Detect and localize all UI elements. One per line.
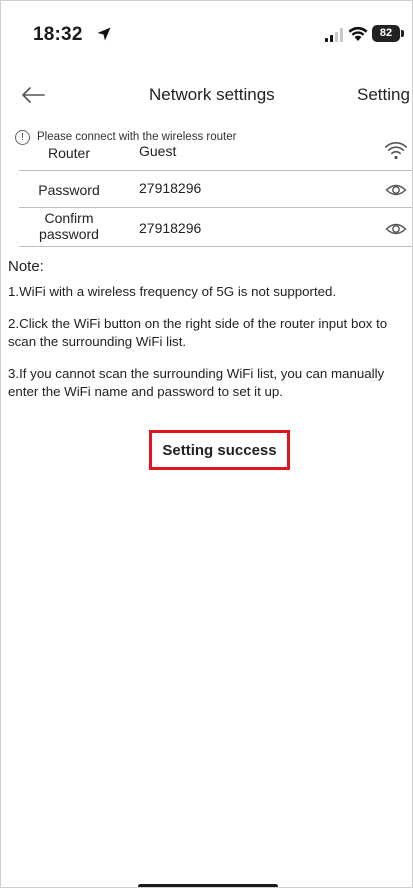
home-indicator[interactable] — [138, 884, 278, 887]
app-screen: 18:32 82 Network settings Setting ! Plea… — [0, 0, 413, 888]
note-item: 1.WiFi with a wireless frequency of 5G i… — [8, 284, 337, 299]
setting-button[interactable]: Setting — [357, 85, 410, 105]
status-time: 18:32 — [33, 24, 83, 45]
confirm-password-row: Confirm password — [19, 209, 412, 247]
page-title: Network settings — [149, 85, 275, 104]
note-item: 3.If you cannot scan the surrounding WiF… — [8, 366, 385, 399]
battery-level: 82 — [379, 27, 393, 39]
note-item: 2.Click the WiFi button on the right sid… — [8, 316, 388, 349]
battery-nub — [401, 30, 404, 37]
setting-success-toast: Setting success — [149, 430, 290, 470]
back-arrow-icon[interactable] — [19, 83, 47, 107]
eye-icon[interactable] — [385, 220, 407, 238]
confirm-label-line1: Confirm — [44, 210, 94, 226]
password-row: Password — [19, 173, 412, 208]
location-arrow-icon — [97, 27, 111, 41]
status-bar: 18:32 82 — [1, 1, 412, 55]
wifi-scan-icon[interactable] — [385, 142, 407, 160]
password-input[interactable] — [139, 180, 359, 196]
note-title: Note: — [8, 258, 44, 275]
confirm-label-line2: password — [39, 226, 99, 242]
confirm-password-input[interactable] — [139, 220, 359, 236]
wifi-icon — [348, 26, 368, 41]
battery-icon: 82 — [372, 25, 400, 42]
router-row: Router — [19, 136, 412, 171]
setting-success-text: Setting success — [162, 441, 277, 459]
eye-icon[interactable] — [385, 181, 407, 199]
confirm-password-label: Confirm password — [19, 210, 119, 242]
router-input[interactable] — [139, 143, 359, 159]
signal-icon — [325, 28, 343, 42]
password-label: Password — [38, 182, 100, 198]
router-label: Router — [47, 145, 91, 161]
